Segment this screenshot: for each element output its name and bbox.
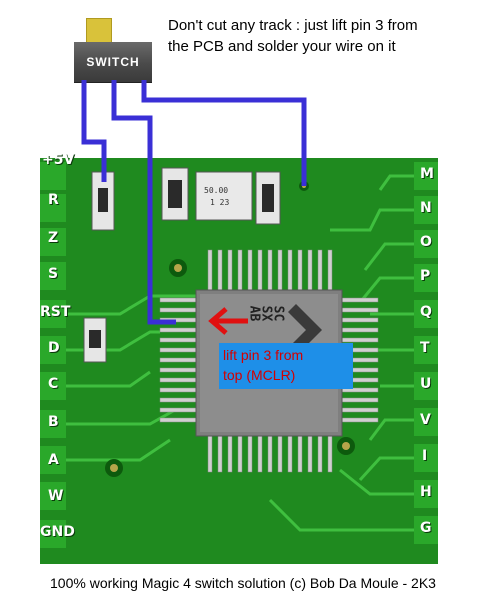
chip-pin bbox=[159, 387, 197, 393]
pin-label-rst: RST bbox=[40, 304, 71, 320]
pin-label-a: A bbox=[48, 452, 59, 468]
chip-pin bbox=[159, 417, 197, 423]
chip-pin bbox=[341, 397, 379, 403]
pin-label-u: U bbox=[420, 376, 432, 392]
chip-mark-3: AB bbox=[246, 305, 262, 322]
chip-pin bbox=[207, 435, 213, 473]
pcb-diagram bbox=[40, 80, 438, 564]
chip-pin bbox=[327, 249, 333, 291]
pin-label-n: N bbox=[420, 200, 432, 216]
chip-pin bbox=[159, 347, 197, 353]
component-value: 50.00 bbox=[204, 186, 229, 195]
pin-label-c: C bbox=[48, 376, 59, 392]
chip-pin bbox=[247, 249, 253, 291]
chip-pin bbox=[341, 417, 379, 423]
chip-pin bbox=[341, 337, 379, 343]
pin-label-p: P bbox=[420, 268, 431, 284]
chip-pin bbox=[341, 327, 379, 333]
pin-label-w: W bbox=[48, 488, 64, 504]
chip-pin bbox=[159, 297, 197, 303]
pin-label-o: O bbox=[420, 234, 432, 250]
chip-pin bbox=[237, 249, 243, 291]
chip-pin bbox=[217, 435, 223, 473]
chip-pin bbox=[267, 435, 273, 473]
chip-pin bbox=[159, 357, 197, 363]
pin-label-m: M bbox=[420, 166, 434, 182]
pin-label-g: G bbox=[420, 520, 432, 536]
pin-label-5v: +5V bbox=[42, 152, 75, 168]
pin-label-v: V bbox=[420, 412, 431, 428]
chip-pin bbox=[159, 367, 197, 373]
caption: 100% working Magic 4 switch solution (c)… bbox=[50, 575, 436, 591]
chip-pin bbox=[307, 435, 313, 473]
pin-label-q: Q bbox=[420, 304, 432, 320]
component-code: 1 23 bbox=[210, 198, 230, 207]
chip-pin bbox=[297, 249, 303, 291]
mclr-callout: lift pin 3 from top (MCLR) bbox=[219, 343, 353, 389]
chip-pin bbox=[159, 337, 197, 343]
chip-pin bbox=[317, 435, 323, 473]
chip-pin bbox=[159, 327, 197, 333]
chip-pin bbox=[247, 435, 253, 473]
chip-pin bbox=[227, 435, 233, 473]
chip-pin bbox=[341, 307, 379, 313]
chip-pin bbox=[297, 435, 303, 473]
chip-pin bbox=[159, 397, 197, 403]
chip-pin bbox=[267, 249, 273, 291]
chip-pin bbox=[327, 435, 333, 473]
chip-pin bbox=[287, 435, 293, 473]
chip-pin bbox=[207, 249, 213, 291]
pin-label-s: S bbox=[48, 266, 59, 282]
pin-label-h: H bbox=[420, 484, 432, 500]
chip-pin bbox=[257, 435, 263, 473]
pin-label-i: I bbox=[422, 448, 428, 464]
chip-pin bbox=[277, 435, 283, 473]
chip-pin bbox=[159, 307, 197, 313]
chip-pin bbox=[217, 249, 223, 291]
chip-pin bbox=[341, 407, 379, 413]
chip-pin bbox=[159, 377, 197, 383]
chip-pin bbox=[307, 249, 313, 291]
chip-pin bbox=[317, 249, 323, 291]
pin-label-r: R bbox=[48, 192, 59, 208]
chip-pin bbox=[287, 249, 293, 291]
chip-pin bbox=[341, 297, 379, 303]
pin-label-t: T bbox=[420, 340, 430, 356]
pin-label-gnd: GND bbox=[40, 524, 75, 540]
pin-label-b: B bbox=[48, 414, 59, 430]
chip-pin bbox=[159, 407, 197, 413]
pin-label-d: D bbox=[48, 340, 60, 356]
chip-pin bbox=[227, 249, 233, 291]
chip-pin bbox=[257, 249, 263, 291]
chip-pin bbox=[237, 435, 243, 473]
chip-pin bbox=[277, 249, 283, 291]
pin-label-z: Z bbox=[48, 230, 59, 246]
chip-pin bbox=[341, 317, 379, 323]
